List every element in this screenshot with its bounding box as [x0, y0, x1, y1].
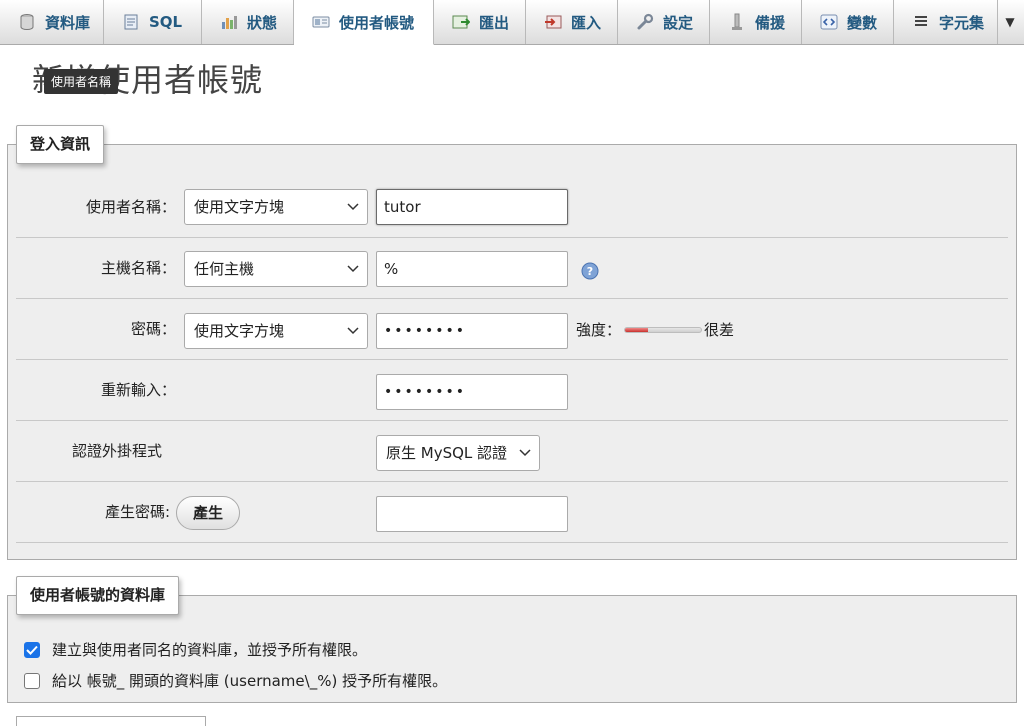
- tab-import[interactable]: 匯入: [526, 0, 618, 44]
- tab-user-accounts[interactable]: 使用者帳號: [294, 0, 434, 45]
- generate-password-label: 產生密碼:: [104, 503, 170, 521]
- password-strength-meter: [624, 327, 702, 333]
- hostname-label: 主機名稱：: [100, 259, 176, 277]
- tab-settings[interactable]: 設定: [618, 0, 710, 44]
- tab-charset[interactable]: 字元集: [894, 0, 998, 44]
- password-strength-text: 很差: [704, 321, 735, 339]
- chevron-down-icon: [347, 252, 359, 286]
- username-row: 使用者名稱： 使用文字方塊 tutor: [16, 177, 1008, 238]
- charset-icon: [912, 13, 930, 31]
- auth-plugin-label: 認證外掛程式: [72, 442, 163, 460]
- grant-wildcard-db-option[interactable]: 給以 帳號_ 開頭的資料庫 (username\_%) 授予所有權限。: [24, 670, 447, 691]
- database-for-user-legend: 使用者帳號的資料庫: [16, 576, 180, 615]
- tab-databases[interactable]: 資料庫: [0, 0, 104, 44]
- password-strength-label: 強度：: [576, 321, 622, 339]
- retype-label: 重新輸入：: [100, 381, 176, 399]
- hostname-type-select[interactable]: 任何主機: [184, 251, 368, 287]
- tab-sql[interactable]: SQL: [104, 0, 202, 44]
- import-icon: [544, 13, 562, 31]
- hostname-row: 主機名稱： 任何主機 % ?: [16, 238, 1008, 299]
- more-tabs-chevron-icon[interactable]: ▼: [998, 0, 1022, 44]
- auth-plugin-row: 認證外掛程式 原生 MySQL 認證: [16, 421, 1008, 482]
- login-information-fieldset: 使用者名稱： 使用文字方塊 tutor 主機名稱： 任何主機 % ? 密碼： 使…: [7, 144, 1017, 560]
- grant-wildcard-db-label: 給以 帳號_ 開頭的資料庫 (username\_%) 授予所有權限。: [52, 672, 448, 690]
- generated-password-input[interactable]: [376, 496, 568, 532]
- next-section-legend: [16, 716, 206, 726]
- tab-export[interactable]: 匯出: [434, 0, 526, 44]
- create-same-name-db-option[interactable]: 建立與使用者同名的資料庫，並授予所有權限。: [24, 639, 367, 660]
- checkbox-checked[interactable]: [24, 641, 40, 658]
- sql-icon: [122, 13, 140, 31]
- chevron-down-icon: [347, 314, 359, 348]
- password-label: 密碼：: [130, 320, 176, 338]
- auth-plugin-select[interactable]: 原生 MySQL 認證: [376, 435, 540, 471]
- variables-icon: [820, 13, 838, 31]
- retype-password-input[interactable]: ••••••••: [376, 374, 568, 410]
- wrench-icon: [636, 13, 654, 31]
- help-icon[interactable]: ?: [581, 262, 599, 280]
- chevron-down-icon: [347, 190, 359, 224]
- username-type-select[interactable]: 使用文字方塊: [184, 189, 368, 225]
- top-tab-bar: 資料庫 SQL 狀態 使用者帳號 匯出 匯入 設定 備援 變數 字元集 ▼: [0, 0, 1024, 45]
- login-information-legend: 登入資訊: [16, 125, 105, 164]
- checkbox-unchecked[interactable]: [24, 672, 40, 689]
- replication-icon: [728, 13, 746, 31]
- tab-status[interactable]: 狀態: [202, 0, 294, 44]
- status-icon: [220, 13, 238, 31]
- generate-password-button[interactable]: 產生: [176, 496, 241, 530]
- tooltip: 使用者名稱: [44, 69, 119, 94]
- users-icon: [312, 13, 330, 31]
- svg-text:?: ?: [587, 265, 593, 278]
- password-type-select[interactable]: 使用文字方塊: [184, 313, 368, 349]
- generate-password-row: 產生密碼: 產生: [16, 482, 1008, 543]
- tab-variables[interactable]: 變數: [802, 0, 894, 44]
- password-strength-fill: [625, 328, 648, 332]
- chevron-down-icon: [519, 436, 531, 470]
- password-input[interactable]: ••••••••: [376, 313, 568, 349]
- tab-replication[interactable]: 備援: [710, 0, 802, 44]
- username-input[interactable]: tutor: [376, 189, 568, 225]
- hostname-input[interactable]: %: [376, 251, 568, 287]
- username-label: 使用者名稱：: [85, 198, 176, 216]
- export-icon: [452, 13, 470, 31]
- retype-password-row: 重新輸入： ••••••••: [16, 360, 1008, 421]
- database-icon: [18, 13, 36, 31]
- password-row: 密碼： 使用文字方塊 •••••••• 強度： 很差: [16, 299, 1008, 360]
- create-same-name-db-label: 建立與使用者同名的資料庫，並授予所有權限。: [52, 641, 368, 659]
